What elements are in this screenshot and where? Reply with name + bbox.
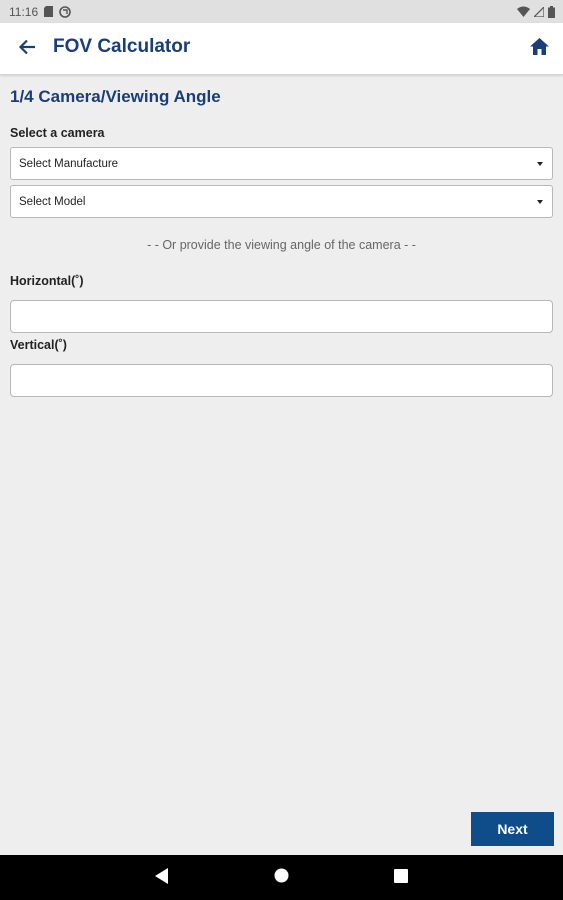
signal-icon (534, 6, 544, 17)
wifi-icon (517, 6, 530, 17)
app-bar: FOV Calculator (0, 23, 563, 75)
triangle-back-icon (155, 867, 169, 889)
nav-home-button[interactable] (271, 868, 291, 888)
next-button[interactable]: Next (471, 812, 554, 846)
model-select[interactable]: Select Model (10, 185, 553, 218)
app-title: FOV Calculator (53, 36, 191, 57)
battery-icon (548, 5, 555, 18)
sync-icon (59, 5, 71, 18)
manufacture-select[interactable]: Select Manufacture (10, 147, 553, 180)
circle-home-icon (274, 868, 289, 888)
square-recents-icon (394, 868, 408, 888)
dropdown-caret-icon (537, 162, 543, 166)
horizontal-angle-input[interactable] (10, 300, 553, 333)
status-right (517, 5, 555, 18)
select-camera-label: Select a camera (10, 126, 105, 140)
arrow-left-icon (18, 39, 36, 60)
dropdown-caret-icon (537, 200, 543, 204)
or-divider-text: - - Or provide the viewing angle of the … (147, 238, 416, 252)
model-select-value: Select Model (19, 195, 86, 208)
nav-recents-button[interactable] (391, 868, 411, 888)
system-nav-bar (0, 855, 563, 900)
sd-card-icon (44, 6, 54, 17)
status-time: 11:16 (9, 4, 39, 19)
vertical-label: Vertical(˚) (10, 338, 67, 352)
horizontal-label: Horizontal(˚) (10, 274, 84, 288)
status-left: 11:16 (9, 5, 71, 19)
vertical-angle-input[interactable] (10, 364, 553, 397)
home-icon (529, 38, 549, 60)
manufacture-select-value: Select Manufacture (19, 157, 119, 170)
status-bar: 11:16 (0, 0, 563, 23)
home-button[interactable] (527, 37, 551, 61)
back-button[interactable] (14, 37, 40, 61)
nav-back-button[interactable] (152, 867, 172, 889)
step-title: 1/4 Camera/Viewing Angle (10, 87, 221, 106)
